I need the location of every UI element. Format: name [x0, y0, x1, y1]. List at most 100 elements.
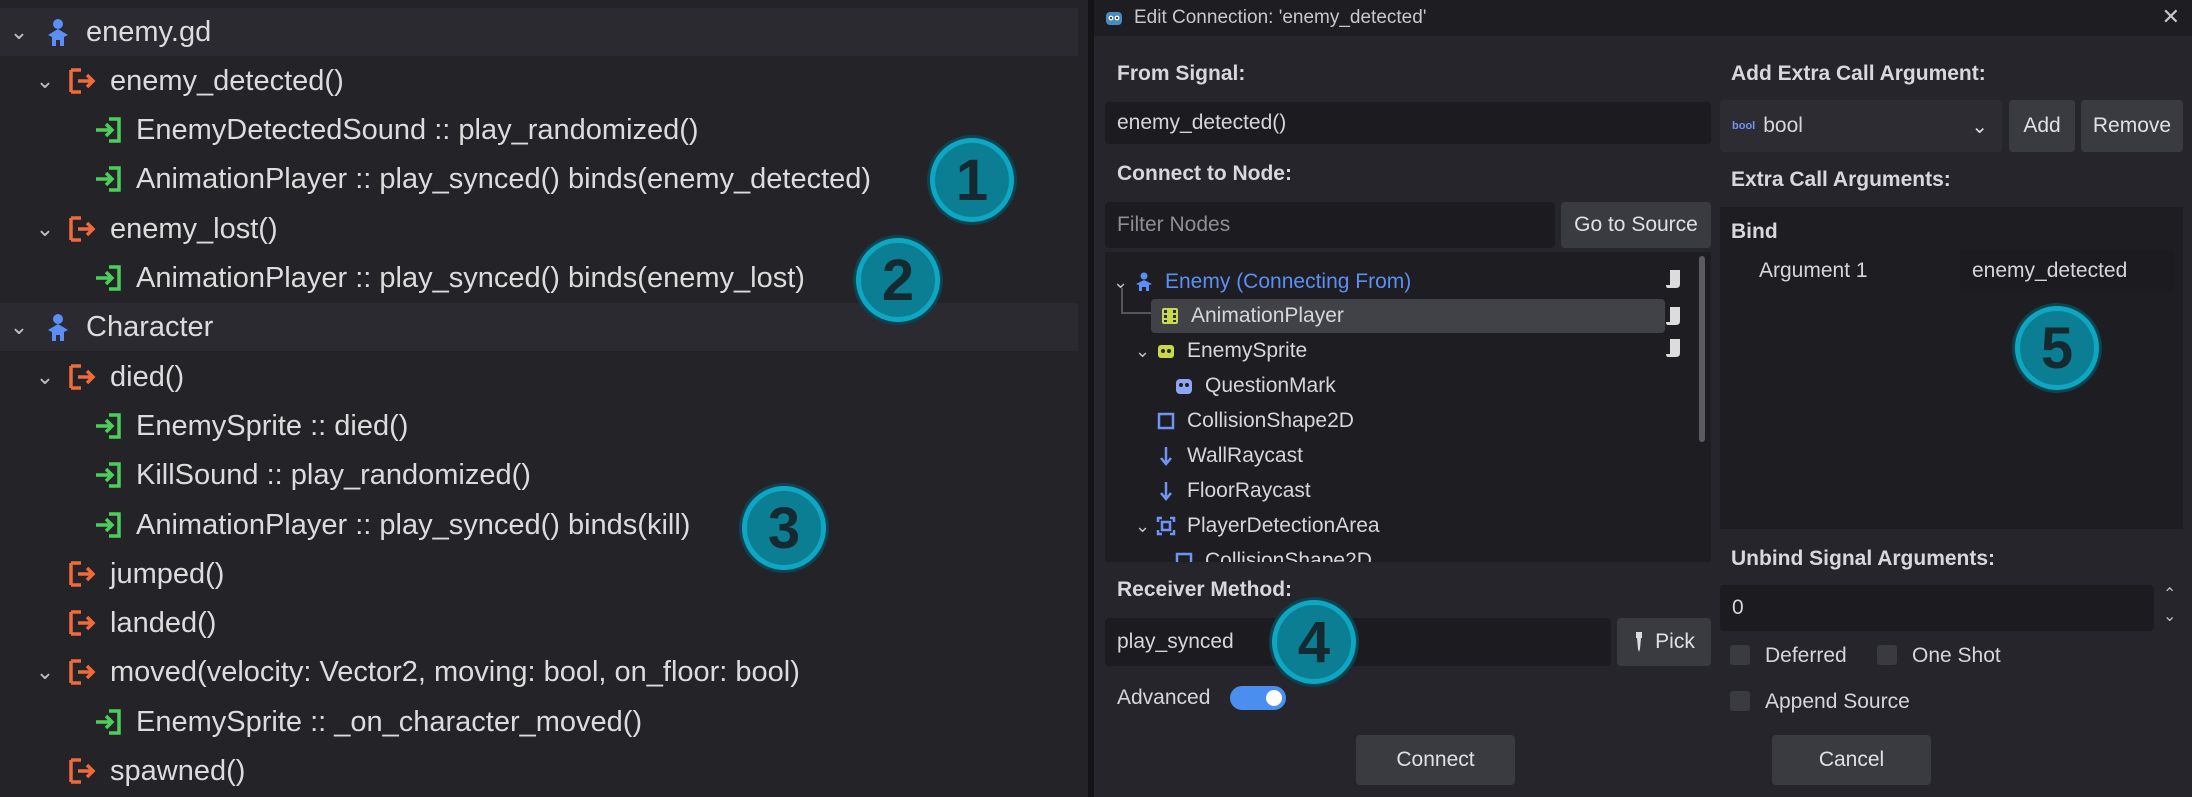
- tree-row-signal[interactable]: ⌄ died(): [0, 353, 1078, 401]
- spin-down-icon[interactable]: ⌄: [2163, 606, 2176, 626]
- character-body-icon: [1133, 271, 1155, 293]
- signal-icon: [64, 753, 100, 789]
- chevron-down-icon[interactable]: ⌄: [30, 66, 60, 96]
- argument-value-field[interactable]: enemy_detected: [1960, 250, 2174, 292]
- callout-badge-2: 2: [856, 238, 940, 322]
- cancel-button[interactable]: Cancel: [1772, 735, 1931, 785]
- tree-row-connection[interactable]: AnimationPlayer :: play_synced() binds(e…: [0, 155, 1078, 203]
- connect-to-node-label: Connect to Node:: [1117, 162, 1292, 185]
- filter-nodes-input[interactable]: Filter Nodes: [1105, 202, 1555, 248]
- tree-row-label: EnemyDetectedSound :: play_randomized(): [136, 113, 699, 146]
- node-label: CollisionShape2D: [1205, 549, 1372, 562]
- script-icon: [40, 309, 76, 345]
- chevron-down-icon[interactable]: ⌄: [1113, 272, 1133, 293]
- bind-header: Bind: [1731, 220, 1778, 243]
- unbind-spinbox[interactable]: 0: [1720, 585, 2154, 631]
- slot-icon: [90, 704, 126, 740]
- chevron-down-icon[interactable]: ⌄: [4, 17, 34, 47]
- tree-row-signal[interactable]: spawned(): [0, 747, 1078, 795]
- callout-badge-5: 5: [2015, 306, 2099, 390]
- raycast-icon: [1155, 480, 1177, 502]
- slot-icon: [90, 161, 126, 197]
- tree-guide-line: [1121, 288, 1123, 314]
- tree-row-signal[interactable]: landed(): [0, 599, 1078, 647]
- close-icon[interactable]: ✕: [2162, 4, 2180, 30]
- area2d-icon: [1155, 515, 1177, 537]
- add-button[interactable]: Add: [2009, 100, 2075, 152]
- node-label: PlayerDetectionArea: [1187, 514, 1380, 537]
- script-attached-icon[interactable]: [1665, 337, 1685, 365]
- spin-up-icon[interactable]: ⌃: [2163, 584, 2176, 604]
- chevron-down-icon[interactable]: ⌄: [30, 362, 60, 392]
- node-item-enemy[interactable]: ⌄ Enemy (Connecting From): [1105, 265, 1695, 299]
- remove-button[interactable]: Remove: [2081, 100, 2183, 152]
- tree-row-label: AnimationPlayer :: play_synced() binds(k…: [136, 508, 691, 541]
- tree-row-label: moved(velocity: Vector2, moving: bool, o…: [110, 655, 800, 688]
- slot-icon: [90, 260, 126, 296]
- collision-shape-icon: [1173, 550, 1195, 562]
- signal-icon: [64, 556, 100, 592]
- node-item-playerdetectionarea[interactable]: ⌄ PlayerDetectionArea: [1105, 509, 1695, 543]
- node-item-collisionshape2d[interactable]: CollisionShape2D: [1105, 404, 1695, 438]
- chevron-down-icon[interactable]: ⌄: [30, 657, 60, 687]
- chevron-down-icon[interactable]: ⌄: [30, 214, 60, 244]
- script-attached-icon[interactable]: [1665, 305, 1685, 332]
- node-label: WallRaycast: [1187, 444, 1303, 467]
- tree-row-connection[interactable]: EnemySprite :: _on_character_moved(): [0, 698, 1078, 746]
- signal-icon: [64, 654, 100, 690]
- pick-button[interactable]: Pick: [1617, 618, 1711, 666]
- tree-row-connection[interactable]: AnimationPlayer :: play_synced() binds(k…: [0, 501, 1078, 549]
- tree-row-connection[interactable]: EnemyDetectedSound :: play_randomized(): [0, 106, 1078, 154]
- tree-row-signal[interactable]: ⌄ moved(velocity: Vector2, moving: bool,…: [0, 648, 1078, 696]
- go-to-source-button[interactable]: Go to Source: [1561, 202, 1711, 248]
- tree-scrollbar[interactable]: [1699, 256, 1705, 442]
- tree-row-connection[interactable]: KillSound :: play_randomized(): [0, 451, 1078, 499]
- append-source-checkbox[interactable]: [1730, 691, 1750, 711]
- node-item-enemysprite[interactable]: ⌄ EnemySprite: [1105, 334, 1695, 368]
- deferred-checkbox[interactable]: [1730, 645, 1750, 665]
- type-select[interactable]: bool bool ⌄: [1720, 100, 2002, 152]
- one-shot-checkbox[interactable]: [1877, 645, 1897, 665]
- node-label: Enemy (Connecting From): [1165, 270, 1412, 293]
- tree-row-label: spawned(): [110, 754, 246, 787]
- tree-row-connection[interactable]: EnemySprite :: died(): [0, 402, 1078, 450]
- type-select-value: bool: [1763, 114, 1803, 137]
- animated-sprite-icon: [1155, 340, 1177, 362]
- chevron-down-icon[interactable]: ⌄: [1135, 341, 1155, 362]
- advanced-toggle[interactable]: [1230, 686, 1286, 710]
- chevron-down-icon[interactable]: ⌄: [1135, 516, 1155, 537]
- node-item-animationplayer[interactable]: AnimationPlayer: [1151, 299, 1665, 333]
- script-attached-icon[interactable]: [1665, 268, 1685, 296]
- connect-button[interactable]: Connect: [1356, 735, 1515, 785]
- slot-icon: [90, 112, 126, 148]
- deferred-label: Deferred: [1765, 644, 1847, 667]
- tree-row-script[interactable]: ⌄ enemy.gd: [0, 8, 1078, 56]
- one-shot-label: One Shot: [1912, 644, 2001, 667]
- tree-guide-line: [1121, 312, 1151, 314]
- collision-shape-icon: [1155, 410, 1177, 432]
- tree-row-signal[interactable]: jumped(): [0, 550, 1078, 598]
- chevron-down-icon[interactable]: ⌄: [4, 312, 34, 342]
- signal-icon: [64, 359, 100, 395]
- signal-icon: [64, 211, 100, 247]
- bool-type-icon: bool: [1732, 120, 1756, 132]
- callout-badge-3: 3: [742, 486, 826, 570]
- raycast-icon: [1155, 445, 1177, 467]
- node-item-floorraycast[interactable]: FloorRaycast: [1105, 474, 1695, 508]
- tree-row-signal[interactable]: ⌄ enemy_detected(): [0, 57, 1078, 105]
- script-icon: [40, 14, 76, 50]
- animation-player-icon: [1159, 305, 1181, 327]
- tree-row-label: AnimationPlayer :: play_synced() binds(e…: [136, 162, 872, 195]
- node-item-collisionshape2d[interactable]: CollisionShape2D: [1105, 544, 1695, 562]
- from-signal-field[interactable]: enemy_detected(): [1105, 102, 1711, 144]
- signal-icon: [64, 63, 100, 99]
- node-label: CollisionShape2D: [1187, 409, 1354, 432]
- tree-row-label: landed(): [110, 606, 217, 639]
- unbind-label: Unbind Signal Arguments:: [1731, 547, 1996, 570]
- node-item-wallraycast[interactable]: WallRaycast: [1105, 439, 1695, 473]
- dropper-icon: [1633, 631, 1645, 653]
- node-label: FloorRaycast: [1187, 479, 1311, 502]
- pick-label: Pick: [1655, 630, 1695, 653]
- node-item-questionmark[interactable]: QuestionMark: [1105, 369, 1695, 403]
- receiver-method-input[interactable]: play_synced: [1105, 618, 1611, 666]
